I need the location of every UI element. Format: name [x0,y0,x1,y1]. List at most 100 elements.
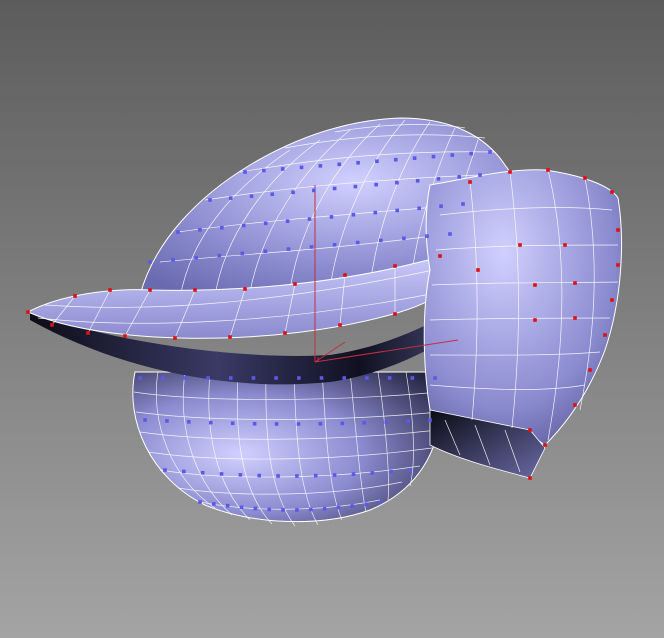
vertex[interactable] [274,422,279,426]
vertex[interactable] [200,470,205,475]
vertex[interactable] [291,190,295,195]
vertex[interactable] [297,376,301,380]
vertex[interactable] [425,234,429,238]
vertex[interactable] [228,376,233,380]
vertex[interactable] [160,376,165,380]
selected-vertex[interactable] [293,282,297,286]
vertex[interactable] [342,376,347,380]
vertex[interactable] [308,507,313,512]
vertex[interactable] [395,208,400,213]
vertex[interactable] [340,421,345,426]
vertex[interactable] [243,170,247,174]
vertex[interactable] [262,168,266,173]
selected-vertex[interactable] [468,180,472,184]
vertex[interactable] [450,153,455,157]
vertex[interactable] [296,422,301,426]
vertex[interactable] [350,504,355,508]
vertex[interactable] [285,219,290,224]
vertex[interactable] [374,182,378,187]
vertex[interactable] [230,421,235,426]
3d-viewport[interactable] [0,0,664,638]
vertex[interactable] [378,238,383,243]
vertex[interactable] [375,159,379,164]
selected-vertex[interactable] [616,263,620,267]
selected-vertex[interactable] [528,428,532,432]
vertex[interactable] [309,245,314,249]
vertex[interactable] [208,420,213,425]
vertex[interactable] [295,508,299,512]
vertex[interactable] [469,151,473,156]
vertex[interactable] [356,160,360,165]
vertex[interactable] [412,156,417,160]
selected-vertex[interactable] [610,298,614,302]
selected-vertex[interactable] [86,331,90,335]
vertex[interactable] [252,421,257,426]
vertex[interactable] [183,376,188,380]
vertex[interactable] [220,225,224,230]
vertex[interactable] [163,468,167,472]
vertex[interactable] [408,468,412,473]
vertex[interactable] [433,376,437,380]
vertex[interactable] [378,500,382,505]
vertex[interactable] [353,184,358,189]
vertex[interactable] [307,217,312,221]
vertex[interactable] [431,154,436,159]
vertex[interactable] [148,260,152,264]
selected-vertex[interactable] [148,288,152,292]
vertex[interactable] [251,376,256,380]
vertex[interactable] [219,472,224,476]
selected-vertex[interactable] [563,243,567,247]
vertex[interactable] [206,376,210,380]
vertex[interactable] [241,223,246,228]
vertex[interactable] [387,376,392,380]
vertex[interactable] [439,204,443,208]
vertex[interactable] [194,255,198,260]
vertex[interactable] [138,376,142,380]
selected-vertex[interactable] [573,316,577,320]
vertex[interactable] [143,418,147,422]
vertex[interactable] [395,180,399,185]
vertex[interactable] [389,469,393,474]
vertex[interactable] [270,192,275,197]
vertex[interactable] [263,249,268,254]
vertex[interactable] [312,188,316,193]
vertex[interactable] [253,506,258,511]
vertex[interactable] [257,473,262,478]
vertex[interactable] [228,196,233,200]
vertex[interactable] [428,418,432,422]
selected-vertex[interactable] [573,403,577,407]
vertex[interactable] [410,376,415,380]
vertex[interactable] [240,251,245,256]
vertex[interactable] [362,420,367,425]
selected-vertex[interactable] [393,264,397,268]
vertex[interactable] [286,247,291,251]
vertex[interactable] [402,236,406,241]
vertex[interactable] [478,173,482,177]
selected-vertex[interactable] [528,476,532,480]
vertex[interactable] [415,178,420,183]
vertex[interactable] [212,502,216,506]
vertex[interactable] [274,376,278,380]
vertex[interactable] [313,473,318,478]
vertex[interactable] [263,221,268,226]
vertex[interactable] [393,157,398,162]
vertex[interactable] [364,502,368,507]
selected-vertex[interactable] [50,323,54,327]
vertex[interactable] [176,230,180,234]
selected-vertex[interactable] [108,288,112,292]
selected-vertex[interactable] [610,190,614,194]
vertex[interactable] [436,177,441,181]
vertex[interactable] [448,232,452,236]
selected-vertex[interactable] [573,281,577,285]
vertex[interactable] [208,198,212,202]
selected-vertex[interactable] [338,323,342,327]
selected-vertex[interactable] [508,170,512,174]
vertex[interactable] [332,242,337,247]
selected-vertex[interactable] [603,333,607,337]
vertex[interactable] [281,508,285,512]
vertex[interactable] [370,471,375,475]
vertex[interactable] [329,215,334,219]
vertex[interactable] [373,210,378,215]
selected-vertex[interactable] [193,288,197,292]
selected-vertex[interactable] [438,254,442,258]
